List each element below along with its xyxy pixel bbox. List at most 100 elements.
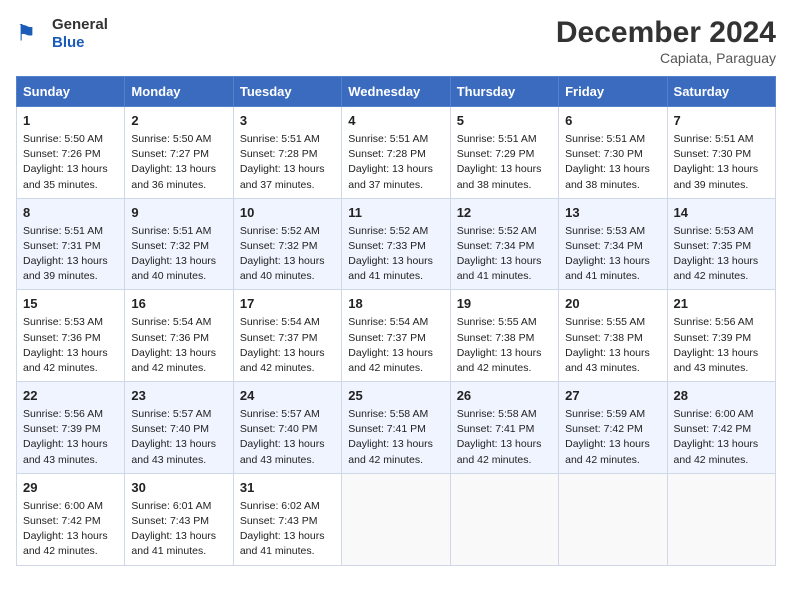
day-number: 3 <box>240 112 335 131</box>
day-number: 27 <box>565 387 660 406</box>
title-area: December 2024 Capiata, Paraguay <box>556 16 776 66</box>
col-wednesday: Wednesday <box>342 77 450 107</box>
daylight-label: Daylight: 13 hours and 36 minutes. <box>131 163 216 190</box>
sunrise-label: Sunrise: 5:50 AM <box>23 133 103 145</box>
week-row-2: 8 Sunrise: 5:51 AM Sunset: 7:31 PM Dayli… <box>17 198 776 290</box>
daylight-label: Daylight: 13 hours and 42 minutes. <box>457 347 542 374</box>
daylight-label: Daylight: 13 hours and 41 minutes. <box>240 530 325 557</box>
daylight-label: Daylight: 13 hours and 42 minutes. <box>348 438 433 465</box>
table-row: 20 Sunrise: 5:55 AM Sunset: 7:38 PM Dayl… <box>559 290 667 382</box>
col-monday: Monday <box>125 77 233 107</box>
col-saturday: Saturday <box>667 77 775 107</box>
daylight-label: Daylight: 13 hours and 42 minutes. <box>674 255 759 282</box>
daylight-label: Daylight: 13 hours and 37 minutes. <box>240 163 325 190</box>
sunset-label: Sunset: 7:34 PM <box>457 240 535 252</box>
daylight-label: Daylight: 13 hours and 42 minutes. <box>565 438 650 465</box>
daylight-label: Daylight: 13 hours and 38 minutes. <box>457 163 542 190</box>
table-row: 2 Sunrise: 5:50 AM Sunset: 7:27 PM Dayli… <box>125 107 233 199</box>
daylight-label: Daylight: 13 hours and 43 minutes. <box>240 438 325 465</box>
day-number: 24 <box>240 387 335 406</box>
sunset-label: Sunset: 7:38 PM <box>457 332 535 344</box>
svg-text:⚑: ⚑ <box>16 20 36 45</box>
sunset-label: Sunset: 7:32 PM <box>240 240 318 252</box>
table-row: 26 Sunrise: 5:58 AM Sunset: 7:41 PM Dayl… <box>450 382 558 474</box>
sunset-label: Sunset: 7:41 PM <box>348 423 426 435</box>
empty-cell <box>450 473 558 565</box>
table-row: 4 Sunrise: 5:51 AM Sunset: 7:28 PM Dayli… <box>342 107 450 199</box>
sunrise-label: Sunrise: 5:51 AM <box>674 133 754 145</box>
week-row-4: 22 Sunrise: 5:56 AM Sunset: 7:39 PM Dayl… <box>17 382 776 474</box>
sunrise-label: Sunrise: 5:53 AM <box>674 225 754 237</box>
table-row: 13 Sunrise: 5:53 AM Sunset: 7:34 PM Dayl… <box>559 198 667 290</box>
sunset-label: Sunset: 7:39 PM <box>23 423 101 435</box>
sunrise-label: Sunrise: 6:01 AM <box>131 500 211 512</box>
calendar-table: Sunday Monday Tuesday Wednesday Thursday… <box>16 76 776 566</box>
sunset-label: Sunset: 7:43 PM <box>240 515 318 527</box>
col-friday: Friday <box>559 77 667 107</box>
table-row: 8 Sunrise: 5:51 AM Sunset: 7:31 PM Dayli… <box>17 198 125 290</box>
logo-text: General Blue <box>52 16 108 52</box>
col-sunday: Sunday <box>17 77 125 107</box>
day-number: 19 <box>457 295 552 314</box>
sunset-label: Sunset: 7:35 PM <box>674 240 752 252</box>
day-number: 6 <box>565 112 660 131</box>
daylight-label: Daylight: 13 hours and 42 minutes. <box>457 438 542 465</box>
sunrise-label: Sunrise: 5:52 AM <box>240 225 320 237</box>
table-row: 11 Sunrise: 5:52 AM Sunset: 7:33 PM Dayl… <box>342 198 450 290</box>
table-row: 3 Sunrise: 5:51 AM Sunset: 7:28 PM Dayli… <box>233 107 341 199</box>
daylight-label: Daylight: 13 hours and 42 minutes. <box>23 530 108 557</box>
sunrise-label: Sunrise: 5:57 AM <box>131 408 211 420</box>
table-row: 23 Sunrise: 5:57 AM Sunset: 7:40 PM Dayl… <box>125 382 233 474</box>
day-number: 1 <box>23 112 118 131</box>
sunrise-label: Sunrise: 5:51 AM <box>23 225 103 237</box>
daylight-label: Daylight: 13 hours and 40 minutes. <box>131 255 216 282</box>
day-number: 30 <box>131 479 226 498</box>
sunset-label: Sunset: 7:42 PM <box>674 423 752 435</box>
col-tuesday: Tuesday <box>233 77 341 107</box>
sunrise-label: Sunrise: 5:51 AM <box>240 133 320 145</box>
sunrise-label: Sunrise: 5:54 AM <box>240 316 320 328</box>
sunrise-label: Sunrise: 5:56 AM <box>23 408 103 420</box>
sunrise-label: Sunrise: 5:54 AM <box>348 316 428 328</box>
day-number: 28 <box>674 387 769 406</box>
sunset-label: Sunset: 7:40 PM <box>240 423 318 435</box>
table-row: 9 Sunrise: 5:51 AM Sunset: 7:32 PM Dayli… <box>125 198 233 290</box>
sunset-label: Sunset: 7:29 PM <box>457 148 535 160</box>
sunrise-label: Sunrise: 6:00 AM <box>23 500 103 512</box>
table-row: 22 Sunrise: 5:56 AM Sunset: 7:39 PM Dayl… <box>17 382 125 474</box>
sunset-label: Sunset: 7:42 PM <box>23 515 101 527</box>
sunset-label: Sunset: 7:41 PM <box>457 423 535 435</box>
empty-cell <box>559 473 667 565</box>
daylight-label: Daylight: 13 hours and 42 minutes. <box>674 438 759 465</box>
location: Capiata, Paraguay <box>556 50 776 66</box>
sunset-label: Sunset: 7:43 PM <box>131 515 209 527</box>
daylight-label: Daylight: 13 hours and 43 minutes. <box>23 438 108 465</box>
daylight-label: Daylight: 13 hours and 37 minutes. <box>348 163 433 190</box>
daylight-label: Daylight: 13 hours and 42 minutes. <box>240 347 325 374</box>
table-row: 28 Sunrise: 6:00 AM Sunset: 7:42 PM Dayl… <box>667 382 775 474</box>
table-row: 24 Sunrise: 5:57 AM Sunset: 7:40 PM Dayl… <box>233 382 341 474</box>
sunrise-label: Sunrise: 5:50 AM <box>131 133 211 145</box>
day-number: 14 <box>674 204 769 223</box>
week-row-5: 29 Sunrise: 6:00 AM Sunset: 7:42 PM Dayl… <box>17 473 776 565</box>
daylight-label: Daylight: 13 hours and 40 minutes. <box>240 255 325 282</box>
week-row-1: 1 Sunrise: 5:50 AM Sunset: 7:26 PM Dayli… <box>17 107 776 199</box>
sunset-label: Sunset: 7:42 PM <box>565 423 643 435</box>
sunrise-label: Sunrise: 5:55 AM <box>565 316 645 328</box>
daylight-label: Daylight: 13 hours and 43 minutes. <box>131 438 216 465</box>
table-row: 18 Sunrise: 5:54 AM Sunset: 7:37 PM Dayl… <box>342 290 450 382</box>
daylight-label: Daylight: 13 hours and 39 minutes. <box>23 255 108 282</box>
day-number: 11 <box>348 204 443 223</box>
sunset-label: Sunset: 7:28 PM <box>348 148 426 160</box>
sunset-label: Sunset: 7:27 PM <box>131 148 209 160</box>
sunset-label: Sunset: 7:37 PM <box>348 332 426 344</box>
week-row-3: 15 Sunrise: 5:53 AM Sunset: 7:36 PM Dayl… <box>17 290 776 382</box>
header-row: Sunday Monday Tuesday Wednesday Thursday… <box>17 77 776 107</box>
sunset-label: Sunset: 7:38 PM <box>565 332 643 344</box>
table-row: 25 Sunrise: 5:58 AM Sunset: 7:41 PM Dayl… <box>342 382 450 474</box>
day-number: 25 <box>348 387 443 406</box>
sunrise-label: Sunrise: 5:56 AM <box>674 316 754 328</box>
daylight-label: Daylight: 13 hours and 42 minutes. <box>131 347 216 374</box>
sunrise-label: Sunrise: 5:59 AM <box>565 408 645 420</box>
daylight-label: Daylight: 13 hours and 42 minutes. <box>348 347 433 374</box>
